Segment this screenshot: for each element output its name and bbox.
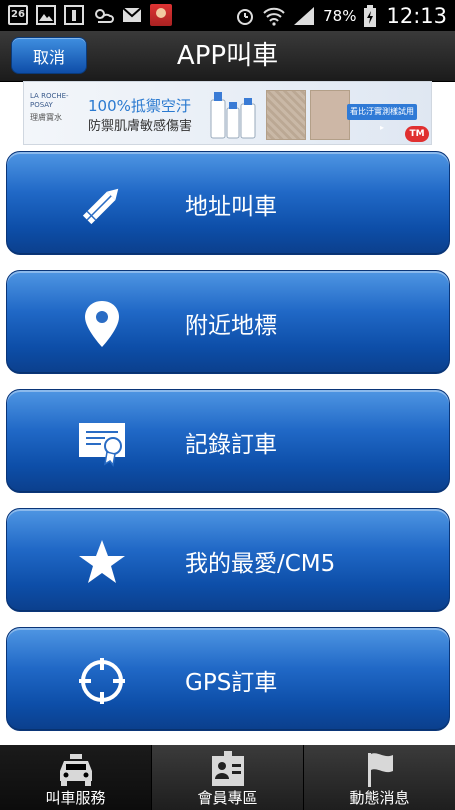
title-bar: APP叫車 取消 (0, 31, 455, 82)
location-pin-icon (85, 301, 119, 347)
member-card-icon (211, 751, 244, 786)
skin-texture-image (310, 90, 350, 140)
menu-button-order-history[interactable]: 記錄訂車 (6, 389, 450, 493)
ad-banner[interactable]: LA ROCHE-POSAY 理膚寶水 100%抵禦空汙 防禦肌膚敏感傷害 看比… (23, 81, 432, 145)
menu-button-gps-order[interactable]: GPS訂車 (6, 627, 450, 731)
tab-news[interactable]: 動態消息 (304, 745, 455, 810)
product-bottles-image (210, 92, 256, 139)
cancel-button[interactable]: 取消 (11, 37, 87, 74)
battery-icon (364, 4, 377, 27)
info-box-icon (64, 5, 84, 25)
menu-button-favorites[interactable]: 我的最愛/CM5 (6, 508, 450, 612)
crosshair-icon (79, 658, 125, 704)
menu-button-address-call[interactable]: 地址叫車 (6, 151, 450, 255)
bottom-tab-bar: 叫車服務 會員專區 動態消息 (0, 745, 455, 810)
pencil-icon (82, 188, 119, 225)
ad-badge: TM (405, 126, 429, 142)
menu-label: 我的最愛/CM5 (185, 551, 336, 577)
ad-brand-logo: LA ROCHE-POSAY 理膚寶水 (30, 92, 69, 122)
calendar-icon: 26 (8, 5, 28, 25)
menu-button-nearby-landmark[interactable]: 附近地標 (6, 270, 450, 374)
clock: 12:13 (386, 3, 447, 28)
menu-label: GPS訂車 (185, 670, 278, 696)
status-bar: 26 78% 12:13 (0, 0, 455, 31)
taxi-icon (59, 754, 92, 786)
avatar (150, 4, 172, 26)
star-icon (79, 540, 125, 583)
ad-subline: 防禦肌膚敏感傷害 (88, 119, 193, 134)
image-icon (36, 5, 56, 25)
alarm-icon (237, 8, 254, 25)
wifi-icon (263, 7, 285, 26)
tab-label: 叫車服務 (45, 789, 106, 807)
skin-texture-image (266, 90, 306, 140)
tab-label: 會員專區 (197, 789, 258, 807)
tab-member-area[interactable]: 會員專區 (152, 745, 303, 810)
mail-icon (122, 7, 142, 22)
ad-cta-button[interactable]: 看比汙實測樣試用 ▸ (347, 104, 417, 132)
battery-percent: 78% (323, 6, 357, 25)
signal-icon (294, 6, 315, 25)
menu-label: 附近地標 (185, 313, 277, 339)
weather-icon (95, 9, 114, 23)
ad-headline: 100%抵禦空汙 (88, 97, 191, 115)
tab-taxi-service[interactable]: 叫車服務 (0, 745, 151, 810)
menu-label: 記錄訂車 (185, 432, 277, 458)
certificate-icon (79, 423, 125, 467)
flag-icon (367, 753, 393, 787)
tab-label: 動態消息 (349, 789, 410, 807)
menu-label: 地址叫車 (185, 194, 277, 220)
